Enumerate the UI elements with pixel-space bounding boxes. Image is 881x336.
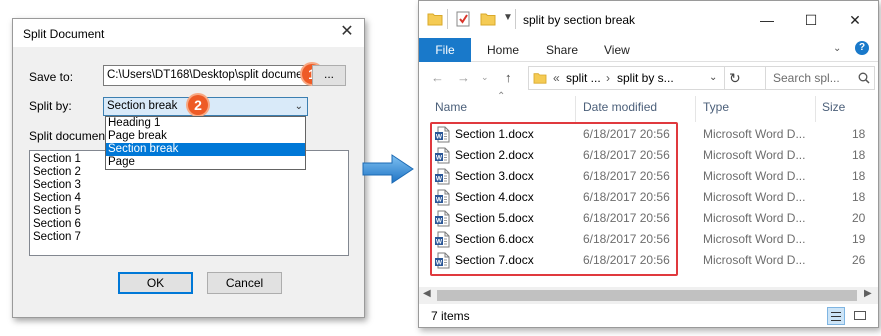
column-header-name[interactable]: Name bbox=[435, 100, 467, 114]
breadcrumb-overflow[interactable]: « bbox=[553, 67, 560, 89]
explorer-titlebar: ▼ split by section break — ☐ ✕ bbox=[419, 1, 878, 38]
dropdown-option-section-break[interactable]: Section break bbox=[106, 143, 305, 156]
column-divider bbox=[695, 96, 696, 122]
list-item[interactable]: Section 5 bbox=[33, 205, 81, 218]
address-row: ← → ⌄ ↑ « split ... › split by s... ⌄ ↻ … bbox=[419, 63, 878, 93]
breadcrumb-item[interactable]: split ... bbox=[566, 67, 601, 89]
tab-share[interactable]: Share bbox=[546, 38, 578, 62]
sort-indicator-icon: ⌃ bbox=[497, 91, 506, 102]
properties-icon[interactable] bbox=[456, 11, 471, 27]
item-count: 7 items bbox=[431, 309, 470, 323]
address-bar[interactable]: « split ... › split by s... ⌄ ↻ bbox=[528, 66, 768, 90]
scroll-left-icon[interactable]: ◀ bbox=[423, 288, 431, 299]
file-size: 19 bbox=[852, 232, 866, 246]
search-icon bbox=[858, 72, 870, 84]
ribbon-tabs: File Home Share View ⌄ ? bbox=[419, 38, 878, 62]
save-path-input[interactable]: C:\Users\DT168\Desktop\split documen bbox=[103, 65, 311, 86]
address-divider bbox=[724, 67, 725, 89]
column-divider bbox=[575, 96, 576, 122]
list-item[interactable]: Section 6 bbox=[33, 218, 81, 231]
file-size: 18 bbox=[852, 190, 866, 204]
split-by-dropdown: Heading 1 Page break Section break Page bbox=[105, 116, 306, 170]
scroll-right-icon[interactable]: ▶ bbox=[864, 288, 872, 299]
tab-view[interactable]: View bbox=[604, 38, 630, 62]
refresh-icon[interactable]: ↻ bbox=[729, 67, 741, 89]
column-divider bbox=[815, 96, 816, 122]
list-item[interactable]: Section 4 bbox=[33, 192, 81, 205]
titlebar-divider bbox=[515, 9, 516, 29]
tab-home[interactable]: Home bbox=[487, 38, 519, 62]
forward-icon[interactable]: → bbox=[457, 70, 470, 85]
highlight-box bbox=[430, 122, 678, 276]
dropdown-option-heading[interactable]: Heading 1 bbox=[106, 117, 305, 130]
minimize-icon[interactable]: — bbox=[745, 7, 789, 33]
step-badge-2: 2 bbox=[188, 95, 208, 115]
split-by-label: Split by: bbox=[29, 99, 72, 113]
dialog-titlebar: Split Document ✕ bbox=[13, 19, 364, 47]
search-placeholder: Search spl... bbox=[773, 71, 840, 85]
chevron-down-icon: ⌄ bbox=[294, 101, 303, 112]
expand-ribbon-icon[interactable]: ⌄ bbox=[833, 43, 841, 54]
close-icon[interactable]: ✕ bbox=[333, 21, 361, 45]
large-icons-view-icon[interactable] bbox=[851, 307, 869, 325]
folder-icon bbox=[533, 73, 547, 84]
help-icon[interactable]: ? bbox=[855, 41, 869, 55]
file-explorer-window: ▼ split by section break — ☐ ✕ File Home… bbox=[418, 0, 879, 328]
file-type: Microsoft Word D... bbox=[703, 232, 806, 246]
list-item[interactable]: Section 2 bbox=[33, 166, 81, 179]
column-header-size[interactable]: Size bbox=[822, 100, 845, 114]
list-item[interactable]: Section 3 bbox=[33, 179, 81, 192]
scrollbar-thumb[interactable] bbox=[437, 290, 857, 301]
column-header-date[interactable]: Date modified bbox=[583, 100, 657, 114]
browse-button[interactable]: ... bbox=[312, 65, 346, 86]
titlebar-divider bbox=[447, 9, 448, 29]
maximize-icon[interactable]: ☐ bbox=[789, 7, 833, 33]
file-size: 18 bbox=[852, 169, 866, 183]
split-document-dialog: Split Document ✕ Save to: C:\Users\DT168… bbox=[12, 18, 365, 318]
back-icon[interactable]: ← bbox=[431, 70, 444, 85]
horizontal-scrollbar[interactable]: ◀ ▶ bbox=[419, 287, 878, 304]
file-size: 18 bbox=[852, 127, 866, 141]
split-by-value: Section break bbox=[107, 100, 178, 112]
recent-locations-icon[interactable]: ⌄ bbox=[481, 72, 489, 83]
up-icon[interactable]: ↑ bbox=[505, 70, 512, 85]
close-icon[interactable]: ✕ bbox=[833, 7, 877, 33]
split-document-label: Split document bbox=[29, 129, 109, 143]
file-size: 26 bbox=[852, 253, 866, 267]
file-size: 20 bbox=[852, 211, 866, 225]
breadcrumb-separator: › bbox=[606, 71, 610, 85]
search-input[interactable]: Search spl... bbox=[765, 66, 875, 90]
breadcrumb-item[interactable]: split by s... bbox=[617, 67, 674, 89]
folder-icon bbox=[427, 13, 443, 26]
ok-button[interactable]: OK bbox=[118, 272, 193, 294]
file-type: Microsoft Word D... bbox=[703, 169, 806, 183]
file-type: Microsoft Word D... bbox=[703, 148, 806, 162]
dropdown-option-page-break[interactable]: Page break bbox=[106, 130, 305, 143]
column-header-type[interactable]: Type bbox=[703, 100, 729, 114]
file-type: Microsoft Word D... bbox=[703, 253, 806, 267]
file-size: 18 bbox=[852, 148, 866, 162]
tab-file[interactable]: File bbox=[419, 38, 471, 62]
details-view-icon[interactable] bbox=[827, 307, 845, 325]
new-folder-icon[interactable] bbox=[480, 12, 496, 26]
list-item[interactable]: Section 1 bbox=[33, 153, 81, 166]
file-type: Microsoft Word D... bbox=[703, 190, 806, 204]
file-type: Microsoft Word D... bbox=[703, 127, 806, 141]
dropdown-option-page[interactable]: Page bbox=[106, 156, 305, 169]
cancel-button[interactable]: Cancel bbox=[207, 272, 282, 294]
status-bar: 7 items bbox=[419, 304, 878, 327]
save-to-label: Save to: bbox=[29, 70, 74, 84]
list-item[interactable]: Section 7 bbox=[33, 231, 81, 244]
dialog-title: Split Document bbox=[23, 27, 105, 41]
address-dropdown-icon[interactable]: ⌄ bbox=[709, 67, 717, 89]
customize-toolbar-icon[interactable]: ▼ bbox=[503, 12, 513, 23]
file-type: Microsoft Word D... bbox=[703, 211, 806, 225]
arrow-right-icon bbox=[362, 154, 414, 184]
window-title: split by section break bbox=[523, 13, 636, 27]
